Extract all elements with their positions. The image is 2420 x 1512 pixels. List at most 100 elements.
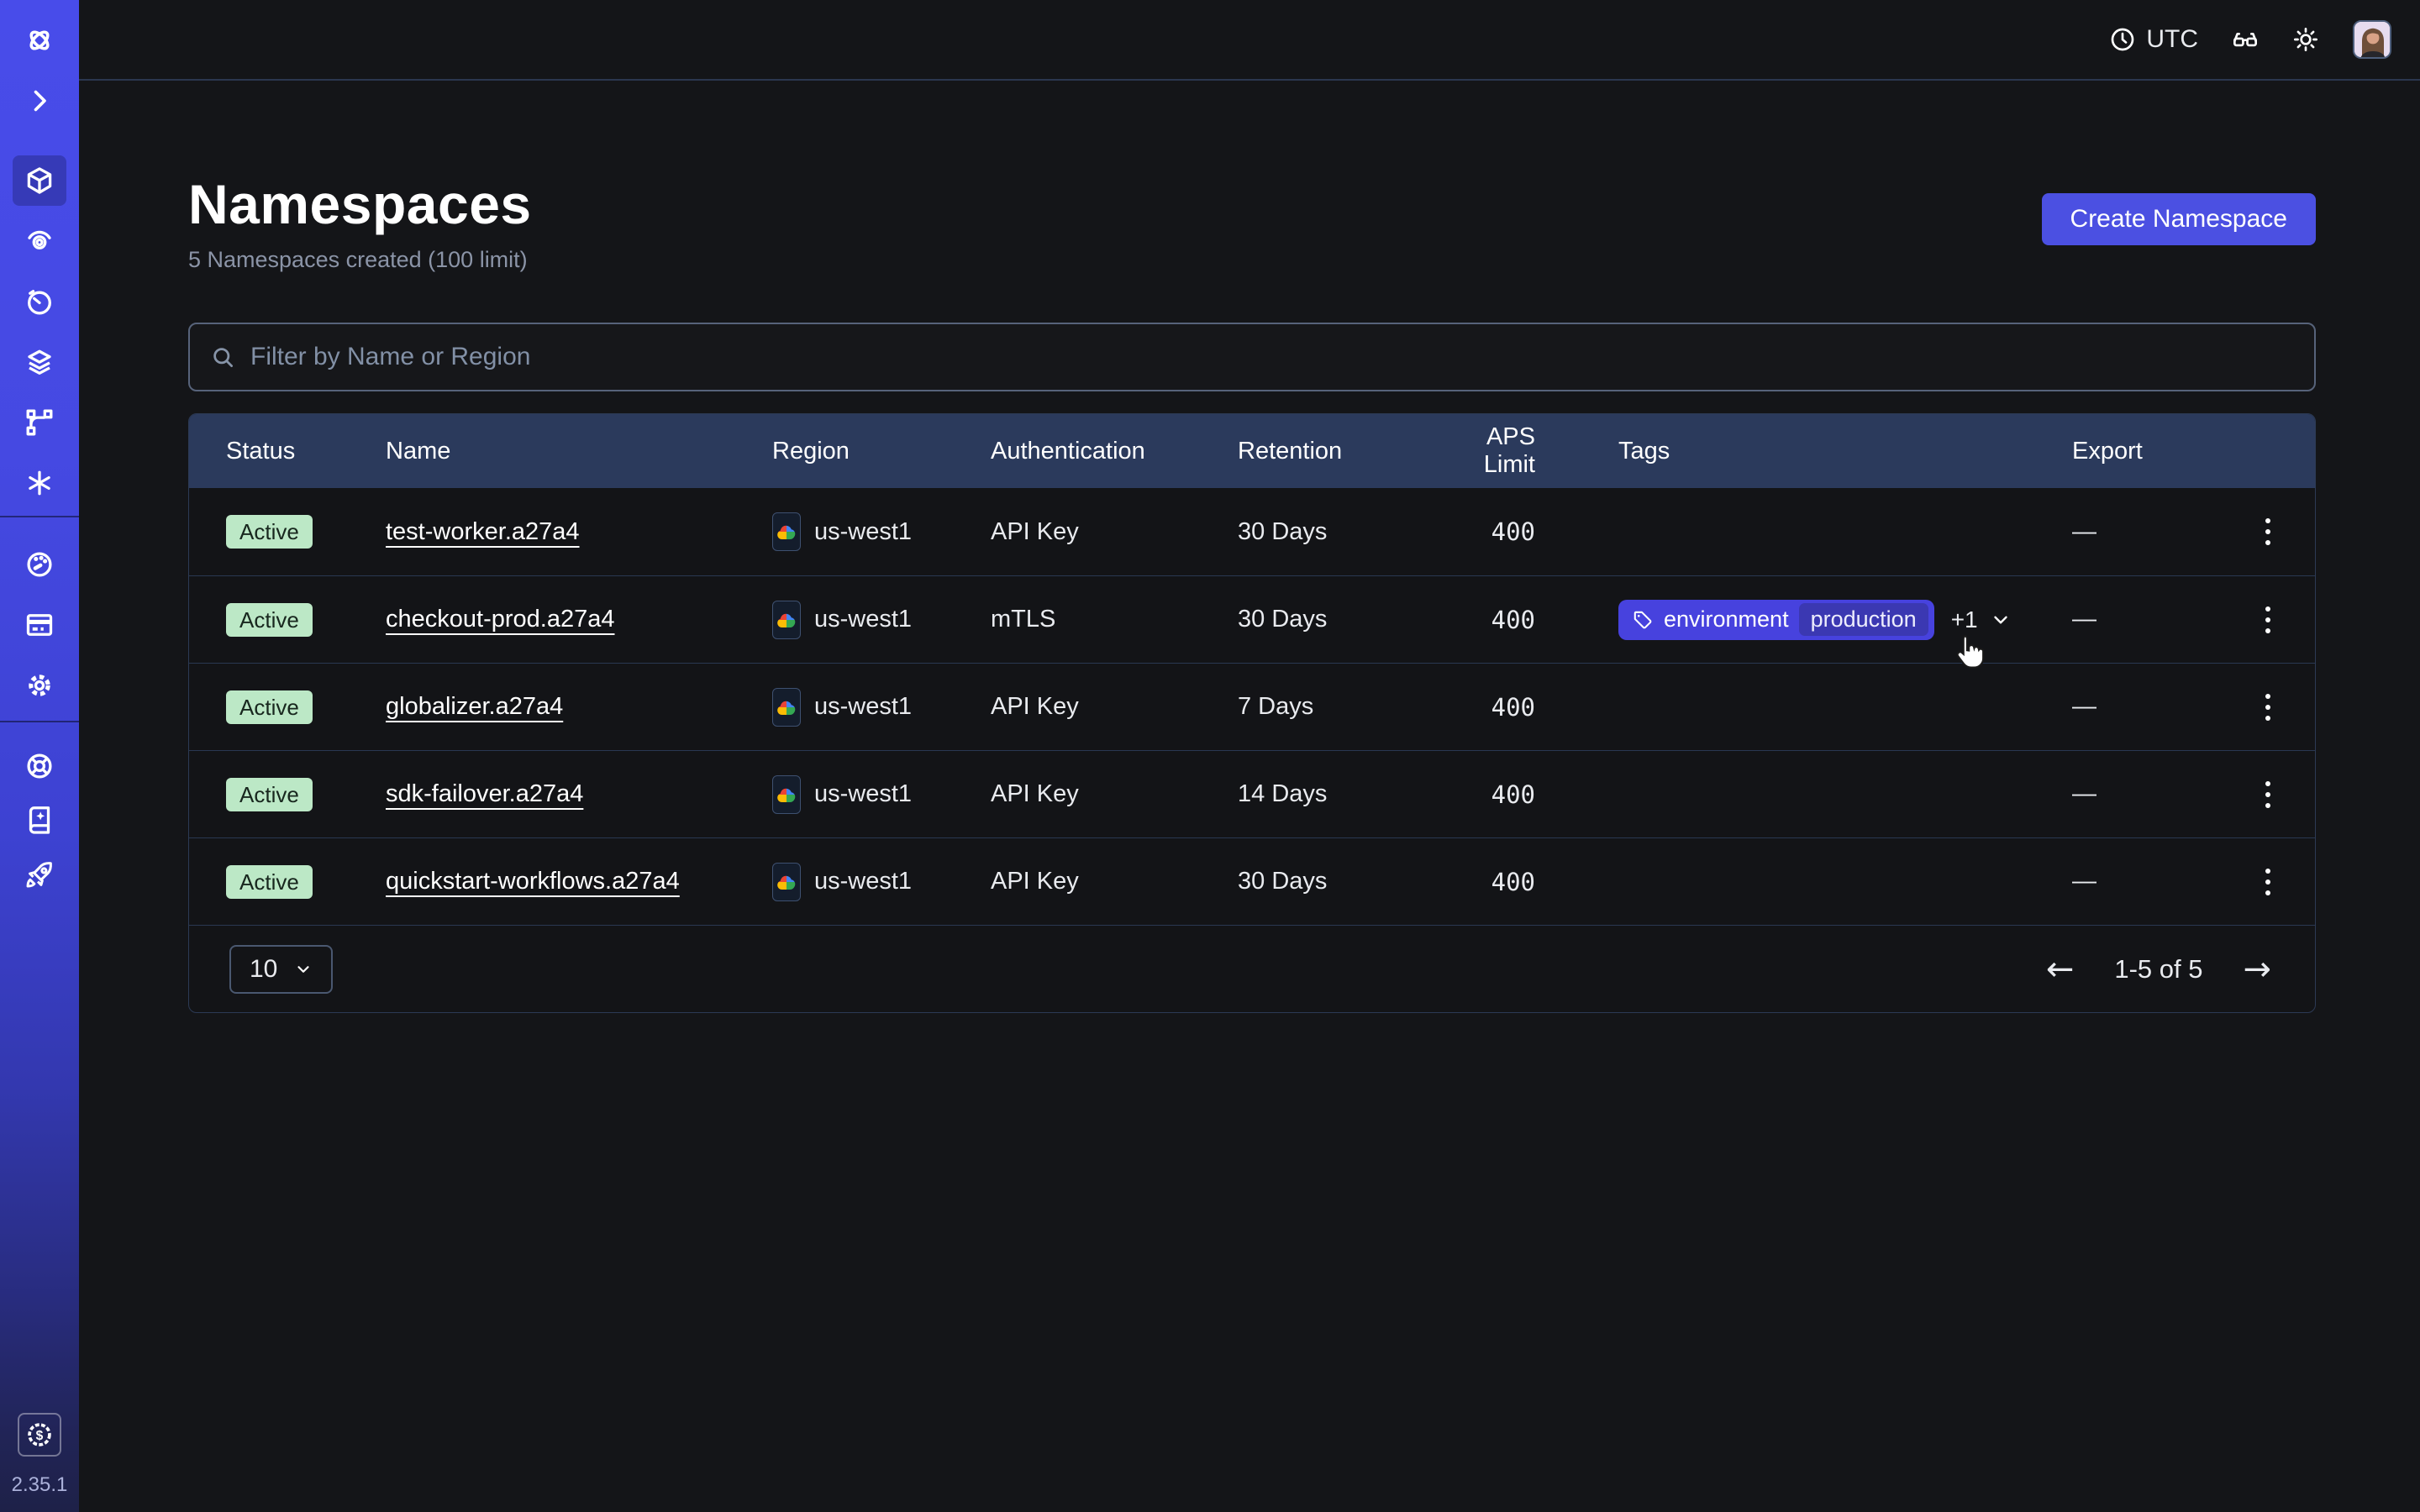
sidebar-item-docs[interactable] (0, 793, 79, 847)
column-header-name: Name (386, 438, 772, 465)
sidebar-item-billing[interactable] (0, 598, 79, 652)
row-actions-menu-button[interactable] (2257, 598, 2279, 642)
row-actions-menu-button[interactable] (2257, 773, 2279, 816)
region-provider-icon (772, 863, 801, 901)
region-provider-icon (772, 688, 801, 727)
sidebar-item-monitor[interactable] (0, 214, 79, 268)
filter-bar (188, 323, 2316, 391)
sidebar-item-nexus[interactable] (0, 456, 79, 510)
status-badge: Active (226, 515, 313, 549)
chevron-down-icon (1990, 609, 2012, 631)
gcp-logo-icon (776, 873, 797, 891)
export-value: — (2064, 693, 2219, 721)
status-badge: Active (226, 778, 313, 811)
aps-limit-value: 400 (1431, 693, 1535, 722)
sidebar-divider (0, 516, 79, 517)
region-provider-icon (772, 601, 801, 639)
region-label: us-west1 (814, 518, 912, 546)
prev-page-button[interactable]: ← (2046, 953, 2075, 986)
pagination-range: 1-5 of 5 (2114, 954, 2202, 984)
filter-input[interactable] (249, 342, 2294, 372)
gcp-logo-icon (776, 785, 797, 804)
retention-value: 14 Days (1238, 780, 1431, 808)
export-value: — (2064, 868, 2219, 895)
aps-limit-value: 400 (1431, 868, 1535, 896)
auth-method: mTLS (991, 606, 1238, 633)
region-label: us-west1 (814, 780, 912, 808)
sidebar-item-deployments[interactable] (0, 335, 79, 389)
billing-card-icon (24, 610, 55, 640)
sidebar-item-namespaces[interactable] (0, 154, 79, 207)
table-row: Active test-worker.a27a4 us-west1 API Key3… (189, 488, 2315, 575)
region-label: us-west1 (814, 868, 912, 895)
retention-value: 30 Days (1238, 606, 1431, 633)
app-version: 2.35.1 (0, 1473, 79, 1497)
page-title: Namespaces (188, 175, 532, 234)
table-row: Activesdk-failover.a27a4 us-west1API Key… (189, 750, 2315, 837)
sidebar-item-usage[interactable] (0, 538, 79, 591)
retention-value: 30 Days (1238, 868, 1431, 895)
retention-value: 30 Days (1238, 518, 1431, 546)
sidebar-divider (0, 721, 79, 722)
aps-limit-value: 400 (1431, 517, 1535, 546)
plan-badge-button[interactable]: $ (18, 1413, 61, 1457)
auth-method: API Key (991, 693, 1238, 721)
deployments-layers-icon (24, 347, 55, 377)
tags-expand-button[interactable] (1990, 609, 2012, 631)
plan-dollar-badge-icon: $ (25, 1420, 54, 1449)
main-content: Namespaces 5 Namespaces created (100 lim… (188, 0, 2316, 1512)
auth-method: API Key (991, 868, 1238, 895)
row-actions-menu-button[interactable] (2257, 510, 2279, 554)
sidebar-item-schedules[interactable] (0, 275, 79, 328)
tag-pill[interactable]: environmentproduction (1618, 600, 1934, 640)
column-header-authentication: Authentication (991, 438, 1238, 465)
page-size-select[interactable]: 10 (229, 945, 333, 994)
table-row: Active globalizer.a27a4 us-west1 API Key7 … (189, 663, 2315, 750)
chevron-right-icon (24, 86, 55, 116)
expand-sidebar-button[interactable] (0, 74, 79, 128)
row-actions-menu-button[interactable] (2257, 685, 2279, 729)
next-page-button[interactable]: → (2243, 953, 2271, 986)
auth-method: API Key (991, 518, 1238, 546)
tag-key: environment (1664, 606, 1789, 633)
region-label: us-west1 (814, 693, 912, 721)
nexus-asterisk-icon (24, 468, 55, 498)
sidebar-item-settings[interactable] (0, 659, 79, 712)
gcp-logo-icon (776, 522, 797, 541)
export-value: — (2064, 518, 2219, 546)
tags-cell: environmentproduction +1 (1535, 600, 2064, 640)
page-header: Namespaces 5 Namespaces created (100 lim… (188, 175, 2316, 273)
gcp-logo-icon (776, 698, 797, 717)
column-header-retention: Retention (1238, 438, 1431, 465)
sidebar-item-getting-started[interactable] (0, 848, 79, 902)
create-namespace-button[interactable]: Create Namespace (2042, 193, 2316, 245)
row-actions-menu-button[interactable] (2257, 860, 2279, 904)
status-badge: Active (226, 690, 313, 724)
sidebar-item-workflows[interactable] (0, 396, 79, 449)
schedules-timer-icon (24, 286, 55, 317)
chevron-down-icon (294, 960, 313, 979)
namespace-link[interactable]: globalizer.a27a4 (386, 693, 563, 721)
user-avatar[interactable] (2353, 20, 2391, 59)
tag-more-count: +1 (1951, 606, 1978, 633)
sidebar: $ 2.35.1 (0, 0, 79, 1512)
namespace-link[interactable]: sdk-failover.a27a4 (386, 780, 583, 808)
gcp-logo-icon (776, 611, 797, 629)
page-size-value: 10 (250, 955, 277, 984)
export-value: — (2064, 780, 2219, 808)
table-row: Activecheckout-prod.a27a4 us-west1mTLS30… (189, 575, 2315, 663)
aps-limit-value: 400 (1431, 606, 1535, 634)
status-badge: Active (226, 865, 313, 899)
namespace-link[interactable]: test-worker.a27a4 (386, 518, 580, 546)
export-value: — (2064, 606, 2219, 633)
column-header-aps-limit: APS Limit (1431, 423, 1535, 479)
namespace-link[interactable]: checkout-prod.a27a4 (386, 606, 614, 633)
column-header-region: Region (772, 438, 991, 465)
namespace-link[interactable]: quickstart-workflows.a27a4 (386, 868, 680, 895)
support-lifebuoy-icon (24, 751, 55, 781)
sidebar-item-support[interactable] (0, 739, 79, 793)
status-badge: Active (226, 603, 313, 637)
retention-value: 7 Days (1238, 693, 1431, 721)
page-subtitle: 5 Namespaces created (100 limit) (188, 247, 532, 273)
region-provider-icon (772, 775, 801, 814)
